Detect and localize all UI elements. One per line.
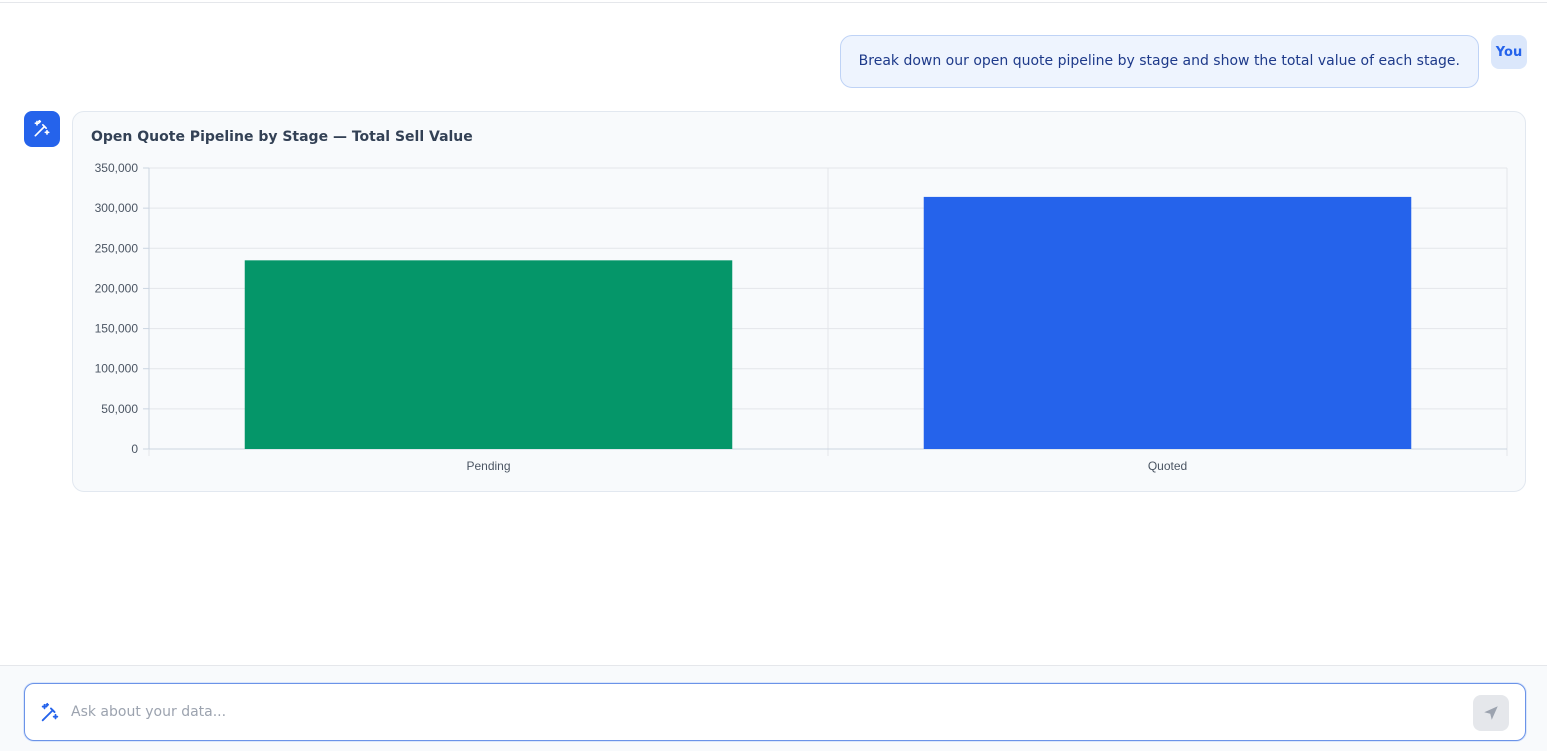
y-tick-label: 350,000 bbox=[95, 161, 139, 175]
y-tick-label: 50,000 bbox=[101, 402, 138, 416]
user-avatar: You bbox=[1491, 35, 1527, 69]
bar-pending bbox=[244, 260, 733, 449]
composer-input-wrapper bbox=[24, 683, 1526, 741]
send-button[interactable] bbox=[1473, 695, 1509, 731]
user-message-row: Break down our open quote pipeline by st… bbox=[839, 35, 1527, 88]
bar-chart: 0 50,000 100,000 150,000 200,000 250,000 300,0… bbox=[95, 161, 1508, 473]
magic-wand-icon bbox=[41, 702, 59, 722]
y-tick-label: 200,000 bbox=[95, 281, 139, 295]
y-tick-label: 100,000 bbox=[95, 362, 139, 376]
y-tick-label: 150,000 bbox=[95, 322, 139, 336]
magic-wand-icon bbox=[34, 119, 50, 137]
top-divider bbox=[0, 0, 1547, 3]
chat-page: Break down our open quote pipeline by st… bbox=[0, 0, 1547, 751]
user-message-bubble: Break down our open quote pipeline by st… bbox=[839, 35, 1479, 88]
y-tick-label: 0 bbox=[131, 442, 138, 456]
composer-bar bbox=[0, 665, 1547, 751]
send-icon bbox=[1484, 706, 1498, 720]
y-tick-label: 300,000 bbox=[95, 201, 139, 215]
assistant-avatar bbox=[24, 111, 60, 147]
x-tick-label: Quoted bbox=[1148, 459, 1187, 473]
chat-input[interactable] bbox=[71, 694, 1451, 730]
x-tick-label: Pending bbox=[466, 459, 510, 473]
chart-card: Open Quote Pipeline by Stage — Total Sel… bbox=[72, 111, 1526, 492]
bar-quoted bbox=[923, 196, 1412, 449]
y-tick-label: 250,000 bbox=[95, 241, 139, 255]
